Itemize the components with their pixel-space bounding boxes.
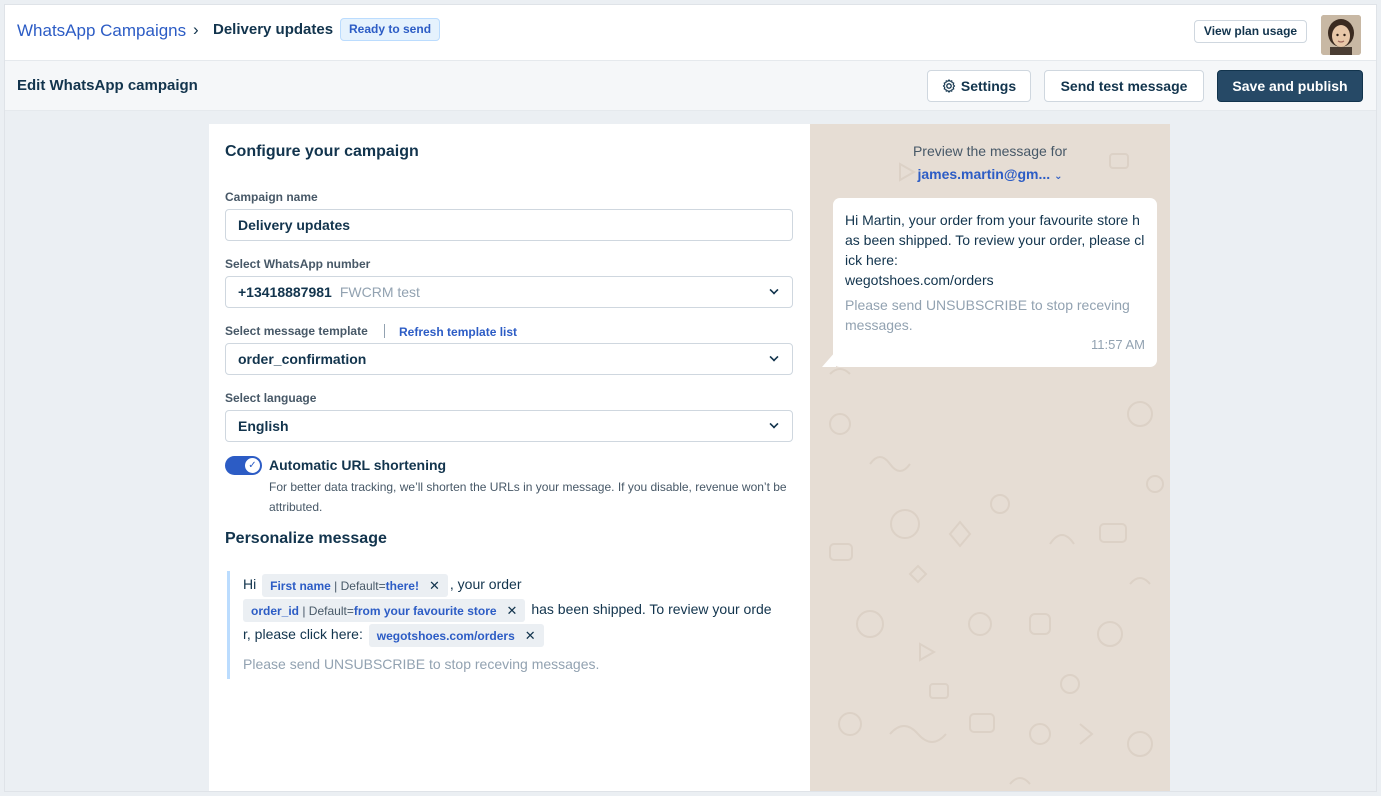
url-shortening-title: Automatic URL shortening <box>269 457 447 473</box>
template-value: order_confirmation <box>238 351 367 367</box>
avatar[interactable] <box>1321 15 1361 55</box>
remove-chip-icon[interactable]: ✕ <box>507 603 518 618</box>
preview-message-time: 11:57 AM <box>1091 337 1145 352</box>
url-shortening-description: For better data tracking, we’ll shorten … <box>269 480 787 514</box>
campaign-name-label: Campaign name <box>225 190 318 204</box>
campaign-name-value: Delivery updates <box>238 217 351 233</box>
editor-line: order_id | Default=from your favourite s… <box>241 599 772 622</box>
check-icon: ✓ <box>244 457 261 474</box>
chip-placeholder-name: order_id <box>251 604 300 618</box>
message-preview-panel: Preview the message for james.martin@gm.… <box>810 124 1170 791</box>
url-shortening-toggle[interactable]: ✓ <box>225 456 262 475</box>
whatsapp-account-name: FWCRM test <box>339 284 420 300</box>
chevron-down-icon <box>769 352 779 362</box>
preview-message-body: Hi Martin, your order from your favourit… <box>845 212 1145 268</box>
whatsapp-number-label: Select WhatsApp number <box>225 257 371 271</box>
editor-text: , your order <box>449 576 522 593</box>
settings-button[interactable]: Settings <box>927 70 1031 102</box>
chip-default-prefix: | Default= <box>299 604 354 618</box>
editor-line: r, please click here: wegotshoes.com/ord… <box>243 624 546 647</box>
chip-link-text: wegotshoes.com/orders <box>376 629 515 643</box>
message-bubble: Hi Martin, your order from your favourit… <box>833 198 1157 367</box>
template-select[interactable]: order_confirmation <box>225 343 793 375</box>
editor-text: r, please click here: <box>243 626 363 643</box>
chevron-down-icon <box>769 285 779 295</box>
language-select[interactable]: English <box>225 410 793 442</box>
view-plan-usage-button[interactable]: View plan usage <box>1194 20 1307 43</box>
preview-message-footer: Please send UNSUBSCRIBE to stop receving… <box>845 297 1130 333</box>
chip-default-value: there! <box>385 579 419 593</box>
language-label: Select language <box>225 391 317 405</box>
campaign-form-panel: Configure your campaign Campaign name De… <box>209 124 810 791</box>
whatsapp-number-select[interactable]: +13418887981 FWCRM test <box>225 276 793 308</box>
page-title: Edit WhatsApp campaign <box>17 77 198 94</box>
language-value: English <box>238 418 289 434</box>
save-and-publish-button[interactable]: Save and publish <box>1217 70 1363 102</box>
editor-text: has been shipped. To review your orde <box>527 601 772 618</box>
chevron-down-icon: ⌄ <box>1054 171 1063 182</box>
page-toolbar: Edit WhatsApp campaign Settings Send tes… <box>5 61 1376 111</box>
placeholder-chip-link[interactable]: wegotshoes.com/orders ✕ <box>368 624 544 647</box>
editor-line: Hi First name | Default=there! ✕ , your or… <box>243 574 521 597</box>
breadcrumb-current: Delivery updates <box>213 21 334 38</box>
campaign-name-input[interactable]: Delivery updates <box>225 209 793 241</box>
personalize-section-title: Personalize message <box>225 530 387 547</box>
chevron-down-icon <box>769 419 779 429</box>
remove-chip-icon[interactable]: ✕ <box>429 578 440 593</box>
preview-label: Preview the message for <box>912 143 1068 159</box>
chip-default-prefix: | Default= <box>330 579 386 593</box>
app-window: WhatsApp Campaigns › Delivery updates Re… <box>4 4 1377 792</box>
top-header: WhatsApp Campaigns › Delivery updates Re… <box>5 5 1376 61</box>
status-badge: Ready to send <box>340 18 441 41</box>
preview-recipient-value: james.martin@gm... <box>917 166 1051 182</box>
placeholder-chip-first-name[interactable]: First name | Default=there! ✕ <box>262 574 448 597</box>
chip-placeholder-name: First name <box>270 579 331 593</box>
placeholder-chip-order-id[interactable]: order_id | Default=from your favourite s… <box>243 599 526 622</box>
gear-icon <box>942 79 956 93</box>
label-divider <box>384 324 385 338</box>
settings-button-label: Settings <box>960 78 1017 94</box>
template-label: Select message template <box>225 324 368 338</box>
message-editor[interactable]: Hi First name | Default=there! ✕, your or… <box>227 571 795 679</box>
unsubscribe-footer-hint: Please send UNSUBSCRIBE to stop receving… <box>243 656 600 672</box>
remove-chip-icon[interactable]: ✕ <box>525 628 536 643</box>
editor-text: Hi <box>243 576 257 593</box>
whatsapp-number-value: +13418887981 <box>238 284 332 300</box>
configure-section-title: Configure your campaign <box>225 143 419 160</box>
breadcrumb-campaigns-link[interactable]: WhatsApp Campaigns <box>17 21 186 41</box>
preview-recipient-dropdown[interactable]: james.martin@gm... ⌄ <box>810 166 1170 182</box>
chip-default-value: from your favourite store <box>353 604 497 618</box>
breadcrumb-separator-icon: › <box>193 20 199 39</box>
user-photo-icon <box>1321 15 1361 55</box>
preview-message-link: wegotshoes.com/orders <box>845 272 994 288</box>
send-test-message-button[interactable]: Send test message <box>1044 70 1204 102</box>
refresh-template-list-link[interactable]: Refresh template list <box>399 325 517 339</box>
